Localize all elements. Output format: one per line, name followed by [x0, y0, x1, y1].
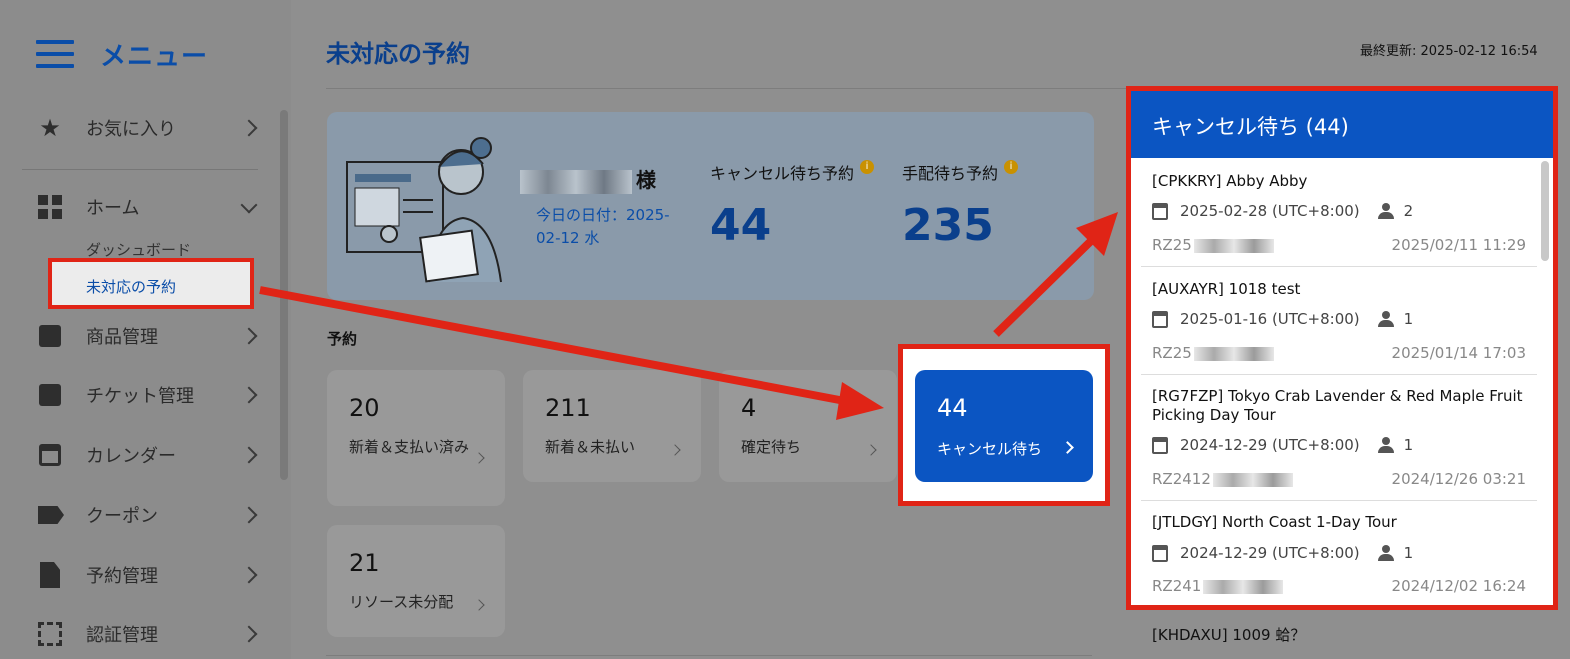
card-label: キャンセル待ち [937, 440, 1043, 458]
reservation-card-cancel-waiting[interactable]: 44 キャンセル待ち [915, 370, 1093, 482]
sidebar-divider [22, 169, 258, 170]
chevron-right-icon [240, 446, 258, 464]
sidebar: メニュー ★ お気に入り ホーム ダッシュボード 未対応の予約 商品管理 チケッ… [0, 0, 291, 659]
chevron-right-icon [240, 327, 258, 345]
sidebar-item-label: チケット管理 [86, 386, 194, 407]
sidebar-item-label: 認証管理 [86, 625, 158, 646]
sidebar-item-label: クーポン [86, 506, 158, 527]
calendar-icon [39, 444, 61, 466]
sidebar-item-label: 商品管理 [86, 327, 158, 348]
card-count: 21 [349, 549, 380, 577]
sidebar-item-favorites[interactable]: ★ お気に入り [0, 108, 275, 148]
reservation-card-paid[interactable]: 20 新着＆支払い済み [327, 370, 505, 506]
info-icon[interactable]: i [860, 160, 875, 174]
sidebar-item-tickets[interactable]: チケット管理 [0, 375, 275, 415]
document-icon [40, 562, 60, 588]
reservation-card-unassigned[interactable]: 21 リソース未分配 [327, 525, 505, 637]
cancel-waiting-count: 44 [710, 200, 772, 251]
last-updated: 最終更新: 2025-02-12 16:54 [1360, 44, 1538, 59]
reservation-card-unpaid[interactable]: 211 新着＆未払い [523, 370, 701, 482]
chevron-right-icon [240, 566, 258, 584]
highlight-box [1126, 86, 1558, 610]
card-label: 確定待ち [741, 438, 802, 456]
sidebar-item-products[interactable]: 商品管理 [0, 316, 275, 356]
chevron-right-icon [240, 119, 258, 137]
sidebar-item-label: カレンダー [86, 446, 176, 467]
card-count: 4 [741, 394, 757, 422]
redacted-name [520, 169, 632, 194]
scan-icon [38, 622, 62, 646]
today-date: 今日の日付：2025-02-12 水 [536, 206, 670, 247]
sidebar-item-reservations[interactable]: 予約管理 [0, 555, 275, 595]
chevron-right-icon [240, 506, 258, 524]
user-suffix: 様 [636, 168, 656, 192]
sidebar-item-label: 予約管理 [86, 566, 158, 587]
stat-label-text: キャンセル待ち予約 [710, 164, 855, 183]
card-label: リソース未分配 [349, 593, 454, 611]
sidebar-scrollbar[interactable] [280, 110, 288, 480]
illustration-icon [346, 137, 502, 283]
sidebar-subitem-label: 未対応の予約 [86, 278, 177, 296]
cancel-waiting-stat-label: キャンセル待ち予約 i [710, 160, 875, 184]
sidebar-subitem-pending[interactable]: 未対応の予約 [48, 258, 254, 309]
user-greeting: 様 [520, 164, 656, 194]
label-icon [38, 506, 64, 524]
section-divider [326, 655, 1092, 656]
chevron-right-icon [240, 386, 258, 404]
page-title: 未対応の予約 [326, 40, 470, 68]
hamburger-menu-icon[interactable] [36, 40, 74, 68]
sidebar-item-home[interactable]: ホーム [0, 187, 275, 227]
card-count: 211 [545, 394, 591, 422]
list-item-title[interactable]: [KHDAXU] 1009 蛤？ [1152, 624, 1305, 645]
sidebar-item-label: ホーム [86, 198, 140, 219]
chevron-down-icon [240, 196, 258, 214]
arrange-waiting-count: 235 [902, 200, 994, 251]
chevron-right-icon [240, 625, 258, 643]
sidebar-item-calendar[interactable]: カレンダー [0, 435, 275, 475]
folder-star-icon [39, 325, 61, 347]
reservation-card-confirm[interactable]: 4 確定待ち [719, 370, 897, 482]
card-count: 20 [349, 394, 380, 422]
menu-title: メニュー [100, 41, 209, 72]
dashboard-icon [38, 195, 62, 219]
card-label: 新着＆未払い [545, 438, 636, 456]
card-label: 新着＆支払い済み [349, 438, 470, 456]
stat-label-text: 手配待ち予約 [902, 164, 999, 183]
star-icon: ★ [39, 114, 61, 142]
sidebar-item-coupons[interactable]: クーポン [0, 495, 275, 535]
card-count: 44 [937, 394, 968, 422]
menu-header: メニュー [36, 34, 208, 74]
sidebar-item-label: お気に入り [86, 119, 176, 140]
chevron-right-icon [1061, 441, 1074, 454]
sidebar-subitem-dashboard[interactable]: ダッシュボード [86, 239, 191, 260]
arrange-waiting-stat-label: 手配待ち予約 i [902, 160, 1019, 184]
sidebar-item-auth[interactable]: 認証管理 [0, 614, 275, 654]
section-label: 予約 [327, 330, 358, 348]
ticket-icon [39, 384, 61, 406]
info-icon[interactable]: i [1004, 160, 1019, 174]
